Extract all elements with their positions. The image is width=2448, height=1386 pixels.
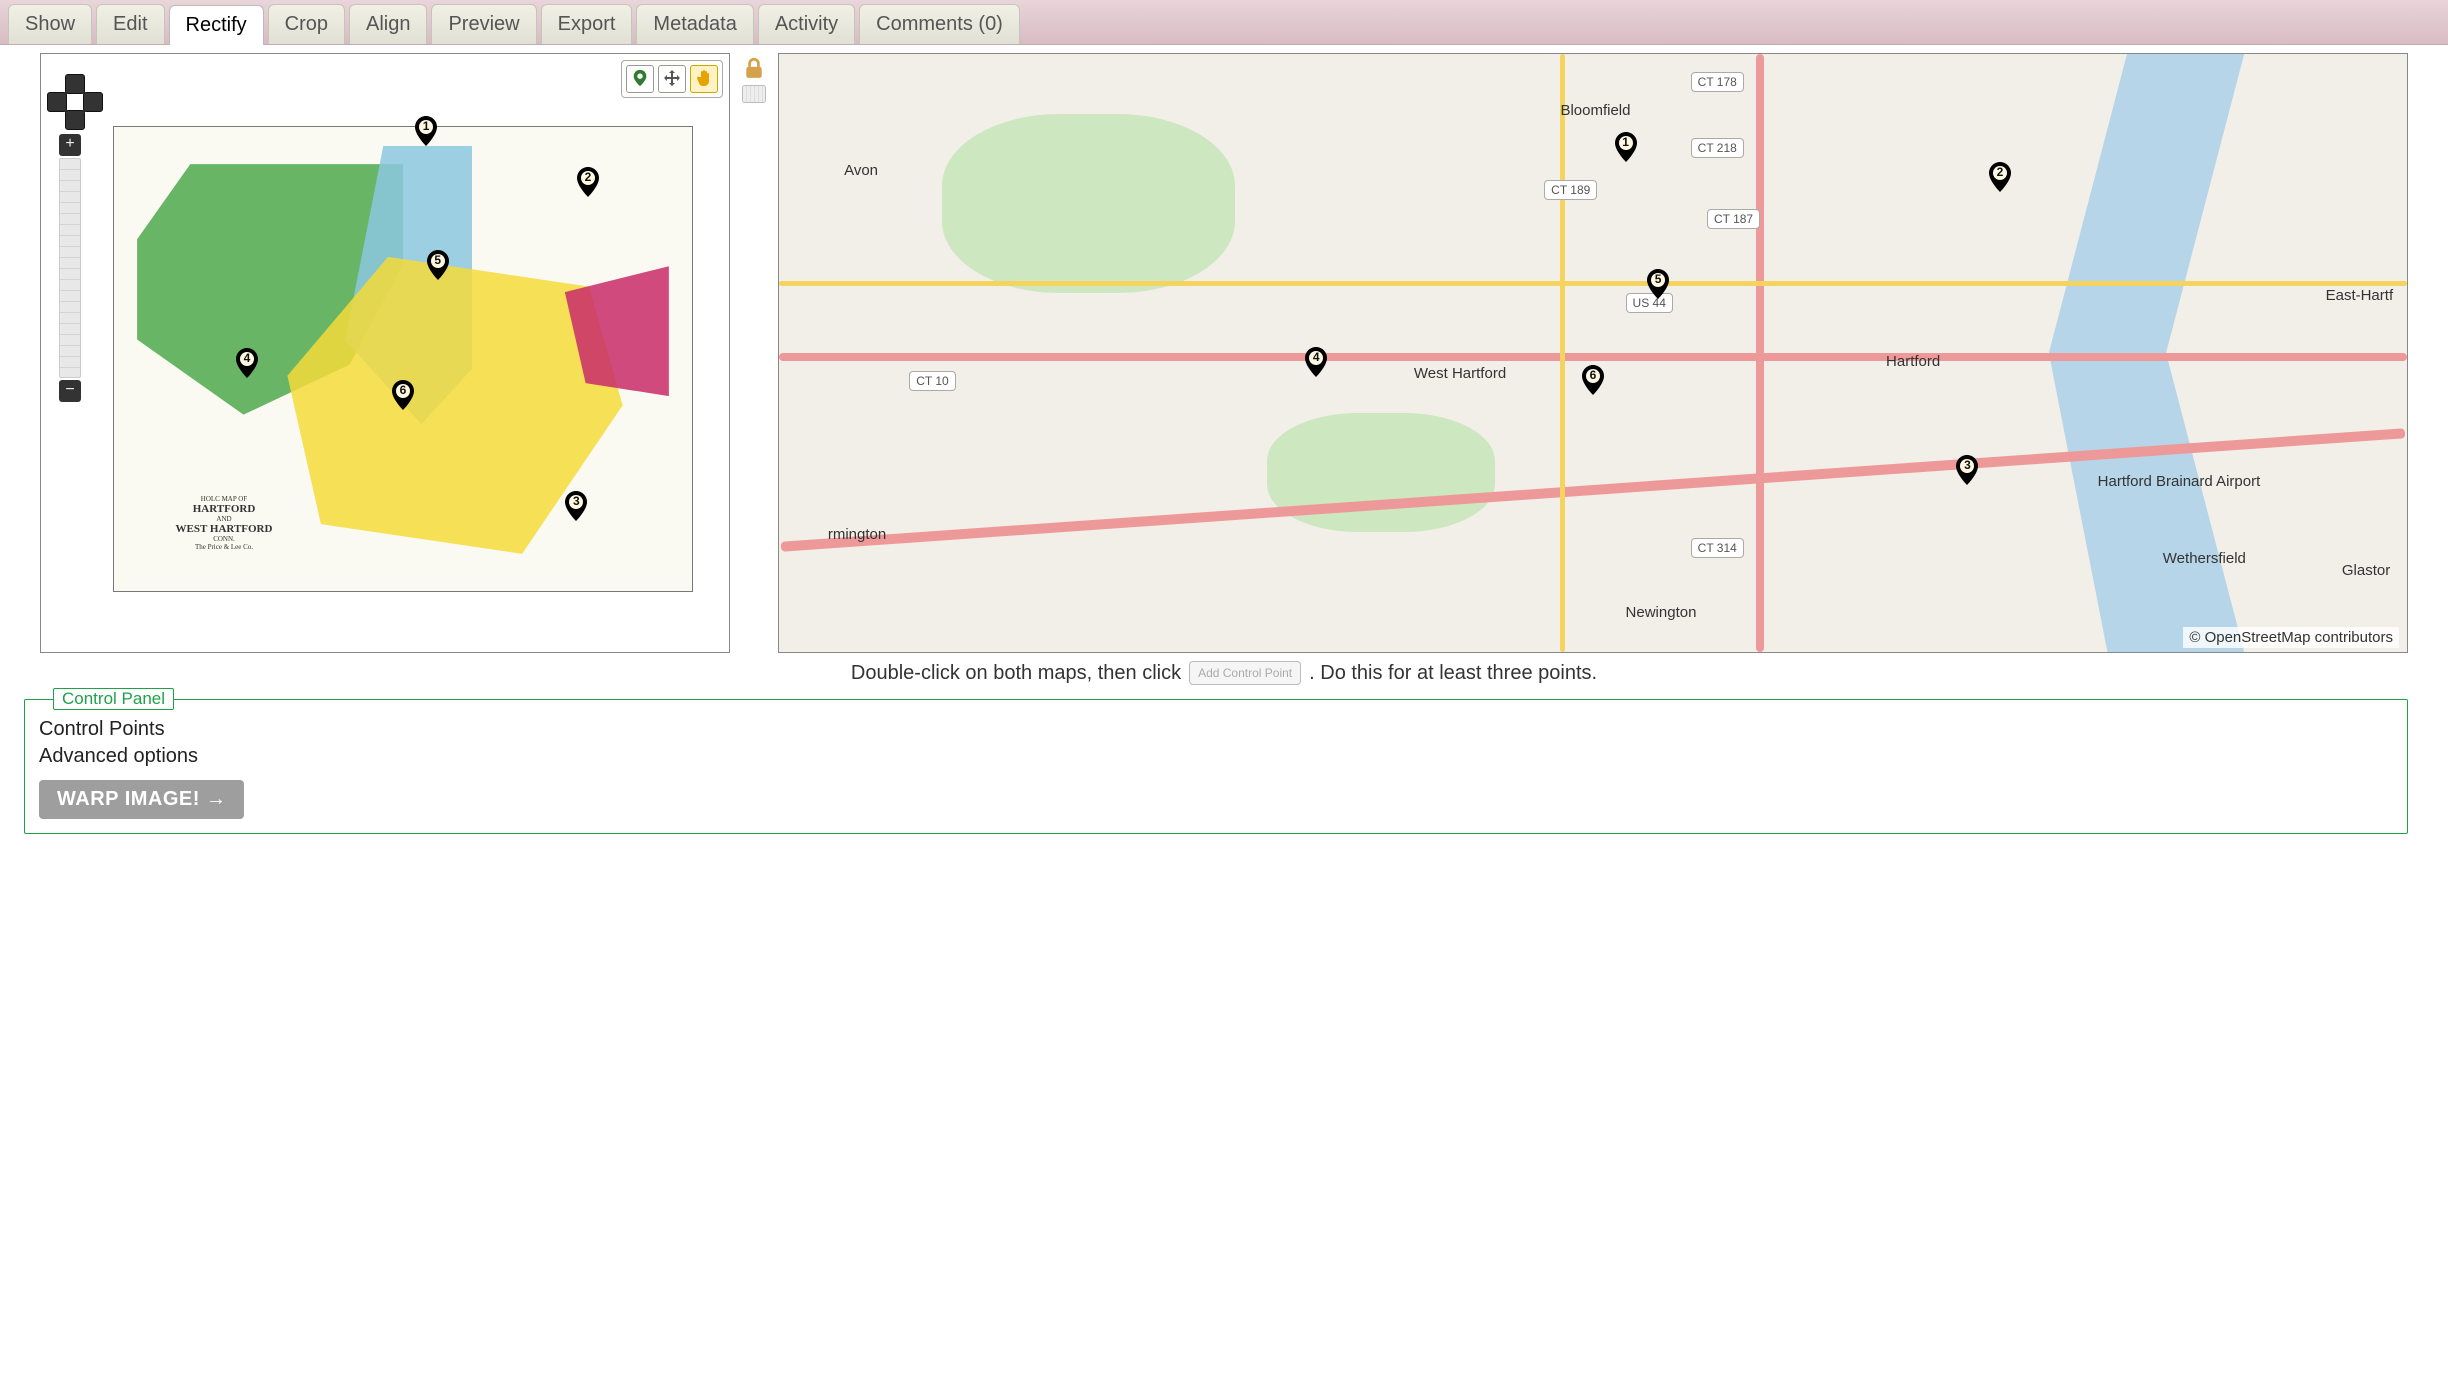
pan-east-button[interactable] [83, 92, 103, 112]
hand-icon [695, 69, 713, 90]
pan-south-button[interactable] [65, 110, 85, 130]
place-label: Avon [844, 162, 878, 179]
tab-export[interactable]: Export [541, 4, 633, 44]
source-map-pane[interactable]: + − HOLC MAP OF HARTFORD AND WEST HARTFO… [40, 53, 730, 653]
control-point-marker[interactable]: 3 [1956, 455, 1978, 485]
pan-control [47, 74, 103, 130]
control-panel-legend: Control Panel [53, 688, 174, 710]
tab-comments[interactable]: Comments (0) [859, 4, 1020, 44]
control-point-marker[interactable]: 4 [1305, 347, 1327, 377]
warp-image-button[interactable]: WARP IMAGE! → [39, 780, 244, 819]
place-label: Hartford Brainard Airport [2098, 473, 2261, 490]
zoom-control: + − [59, 134, 81, 402]
place-label: Newington [1626, 604, 1697, 621]
control-point-marker[interactable]: 6 [392, 380, 414, 410]
reference-map-pane[interactable]: + − BloomfieldAvonWest HartfordHartfordE… [778, 53, 2408, 653]
osm-basemap: Bloomfield Avon West Hartford Hartford East-… [779, 54, 2407, 652]
source-map-toolbar [621, 60, 723, 98]
place-label: rmington [828, 526, 886, 543]
place-label: Bloomfield [1560, 102, 1630, 119]
tab-strip: Show Edit Rectify Crop Align Preview Exp… [0, 0, 2448, 45]
control-point-marker[interactable]: 4 [236, 348, 258, 378]
zoom-in-button[interactable]: + [59, 134, 81, 156]
pan-west-button[interactable] [47, 92, 67, 112]
tab-edit[interactable]: Edit [96, 4, 164, 44]
lock-maps-toggle[interactable] [743, 57, 765, 79]
add-control-point-button[interactable]: Add Control Point [1189, 661, 1301, 685]
tab-activity[interactable]: Activity [758, 4, 855, 44]
control-point-marker[interactable]: 1 [415, 116, 437, 146]
place-label: Hartford [1886, 353, 1940, 370]
instruction-text: Double-click on both maps, then click Ad… [0, 653, 2448, 693]
tab-show[interactable]: Show [8, 4, 92, 44]
tab-metadata[interactable]: Metadata [636, 4, 753, 44]
route-shield: CT 187 [1707, 209, 1760, 229]
place-label: East-Hartf [2326, 287, 2394, 304]
move-icon [663, 69, 681, 90]
tab-preview[interactable]: Preview [431, 4, 536, 44]
control-panel: Control Panel Control Points Advanced op… [24, 699, 2408, 834]
route-shield: CT 218 [1691, 138, 1744, 158]
route-shield: CT 178 [1691, 72, 1744, 92]
tab-rectify[interactable]: Rectify [169, 5, 264, 45]
route-shield: CT 189 [1544, 180, 1597, 200]
map-attribution: © OpenStreetMap contributors [2183, 627, 2399, 648]
zoom-out-button[interactable]: − [59, 380, 81, 402]
pan-tool[interactable] [690, 65, 718, 93]
tab-align[interactable]: Align [349, 4, 427, 44]
place-label: West Hartford [1414, 365, 1506, 382]
route-shield: CT 314 [1691, 538, 1744, 558]
pan-north-button[interactable] [65, 74, 85, 94]
control-point-marker[interactable]: 5 [1647, 269, 1669, 299]
place-label: Wethersfield [2163, 550, 2246, 567]
control-point-marker[interactable]: 2 [1989, 162, 2011, 192]
control-point-marker[interactable]: 3 [565, 491, 587, 521]
move-pin-tool[interactable] [658, 65, 686, 93]
zoom-slider[interactable] [59, 158, 81, 378]
tab-crop[interactable]: Crop [268, 4, 345, 44]
advanced-options-link[interactable]: Advanced options [39, 745, 2393, 768]
place-pin-tool[interactable] [626, 65, 654, 93]
control-point-marker[interactable]: 6 [1582, 365, 1604, 395]
place-label: Glastor [2342, 562, 2390, 579]
control-point-marker[interactable]: 1 [1615, 132, 1637, 162]
control-points-link[interactable]: Control Points [39, 718, 2393, 741]
keyboard-shortcuts-button[interactable] [742, 85, 766, 103]
historical-map-image: HOLC MAP OF HARTFORD AND WEST HARTFORD C… [113, 126, 693, 592]
map-title-card: HOLC MAP OF HARTFORD AND WEST HARTFORD C… [154, 495, 294, 551]
control-point-marker[interactable]: 5 [427, 250, 449, 280]
control-point-marker[interactable]: 2 [577, 167, 599, 197]
link-column [742, 53, 766, 653]
route-shield: CT 10 [909, 371, 955, 391]
pin-icon [631, 69, 649, 90]
